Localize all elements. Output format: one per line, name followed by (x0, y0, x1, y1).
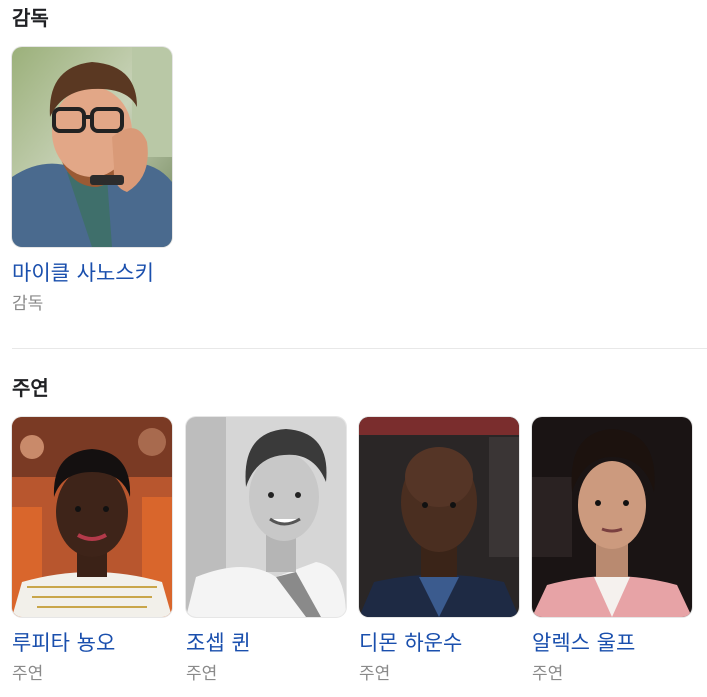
person-name-link[interactable]: 디몬 하운수 (359, 629, 462, 657)
section-title-director: 감독 (12, 6, 49, 30)
section-divider (12, 348, 707, 349)
person-role: 감독 (12, 294, 44, 314)
person-photo-icon[interactable] (12, 417, 172, 617)
person-name-link[interactable]: 알렉스 울프 (532, 629, 635, 657)
person-role: 주연 (532, 664, 564, 684)
person-role: 주연 (359, 664, 391, 684)
person-name-link[interactable]: 마이클 사노스키 (12, 259, 154, 287)
person-role: 주연 (12, 664, 44, 684)
person-name-link[interactable]: 조셉 퀸 (186, 629, 251, 657)
person-role: 주연 (186, 664, 218, 684)
cast-section: 주연 루피타 뇽오 주연 조셉 퀸 주연 디몬 하운수 주연 알렉스 울프 주연 (12, 360, 707, 697)
person-photo-icon[interactable] (532, 417, 692, 617)
section-title-cast: 주연 (12, 376, 49, 400)
person-photo-icon[interactable] (359, 417, 519, 617)
person-photo-glasses-icon[interactable] (12, 47, 172, 247)
person-photo-bw-icon[interactable] (186, 417, 346, 617)
person-name-link[interactable]: 루피타 뇽오 (12, 629, 115, 657)
director-section: 감독 마이클 사노스키 감독 (12, 0, 707, 340)
